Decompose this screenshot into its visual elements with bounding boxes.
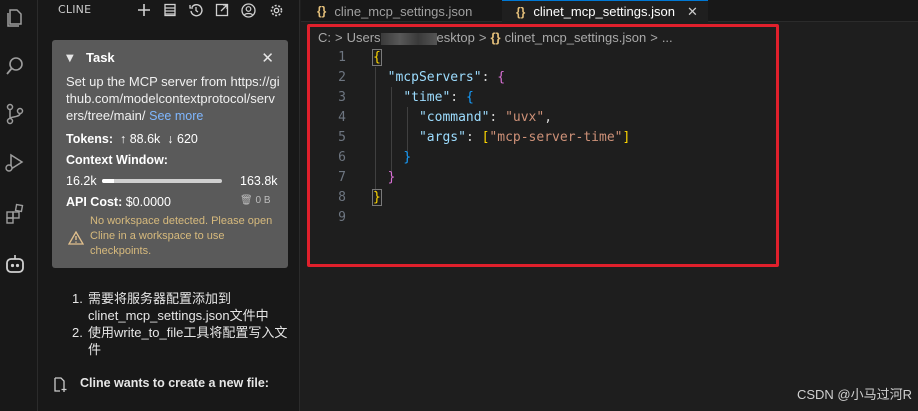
create-file-text: Cline wants to create a new file: — [80, 376, 269, 390]
json-file-icon: {} — [516, 4, 526, 19]
task-panel: ▼ Task ✕ Set up the MCP server from http… — [52, 40, 288, 268]
list-item: 2. 使用write_to_file工具将配置写入文件 — [72, 324, 292, 358]
cline-sidebar: CLINE ▼ Task ✕ Set up the MCP server fro… — [38, 0, 300, 411]
account-icon[interactable] — [238, 0, 258, 20]
warning-text: No workspace detected. Please open Cline… — [90, 215, 273, 257]
arrow-down-icon: ↓ — [163, 132, 174, 146]
tab-clinet-mcp-settings[interactable]: {} clinet_mcp_settings.json ✕ — [502, 0, 708, 22]
api-cost-value: $0.0000 — [125, 195, 171, 209]
warning-icon — [68, 231, 84, 245]
list-item: 1. 需要将服务器配置添加到clinet_mcp_settings.json文件… — [72, 290, 292, 324]
tab-cline-mcp-settings[interactable]: {} cline_mcp_settings.json — [301, 0, 497, 22]
plus-icon[interactable] — [134, 0, 154, 20]
tokens-down-value: 620 — [177, 132, 198, 146]
context-max-value: 163.8k — [240, 174, 278, 188]
gear-icon[interactable] — [266, 0, 286, 20]
context-used-value: 16.2k — [66, 174, 97, 188]
activity-bar — [0, 0, 38, 411]
context-progress-bar — [102, 179, 222, 183]
history-list-icon[interactable] — [160, 0, 180, 20]
tokens-label: Tokens: — [66, 132, 113, 146]
storage-value: 0 B — [255, 195, 271, 206]
cline-robot-icon[interactable] — [3, 252, 27, 276]
sidebar-title: CLINE — [58, 3, 92, 16]
list-item-number: 2. — [72, 325, 83, 340]
search-icon[interactable] — [3, 54, 27, 78]
popout-icon[interactable] — [212, 0, 232, 20]
source-control-icon[interactable] — [3, 102, 27, 126]
list-item-text: 使用write_to_file工具将配置写入文件 — [88, 325, 288, 357]
tab-label: clinet_mcp_settings.json — [533, 4, 675, 19]
tokens-up-value: 88.6k — [129, 132, 161, 146]
history-icon[interactable] — [186, 0, 206, 20]
extensions-icon[interactable] — [3, 202, 27, 226]
see-more-link[interactable]: See more — [149, 109, 203, 123]
task-heading: Task — [86, 50, 115, 65]
tokens-row: Tokens: ↑ 88.6k ↓ 620 — [66, 132, 198, 146]
tab-label: cline_mcp_settings.json — [334, 3, 473, 19]
storage-row: 🗑 0 B — [240, 195, 271, 206]
list-item-text: 需要将服务器配置添加到clinet_mcp_settings.json文件中 — [88, 291, 269, 323]
highlight-box — [307, 24, 779, 267]
task-description: Set up the MCP server from https://githu… — [66, 73, 282, 125]
close-icon[interactable]: ✕ — [261, 49, 274, 67]
run-debug-icon[interactable] — [3, 150, 27, 174]
editor-tabs: {} cline_mcp_settings.json {} clinet_mcp… — [301, 0, 918, 22]
api-cost-row: API Cost: $0.0000 — [66, 195, 171, 209]
context-window-label: Context Window: — [66, 153, 168, 167]
sidebar-header: CLINE — [38, 0, 300, 22]
explorer-icon[interactable] — [3, 6, 27, 30]
json-file-icon: {} — [317, 4, 327, 18]
api-cost-label: API Cost: — [66, 195, 123, 209]
watermark: CSDN @小马过河R — [796, 387, 912, 402]
steps-list: 1. 需要将服务器配置添加到clinet_mcp_settings.json文件… — [72, 290, 292, 358]
trash-icon[interactable]: 🗑 — [240, 195, 253, 206]
new-file-icon — [54, 377, 67, 392]
context-progress-fill — [102, 179, 114, 183]
close-icon[interactable]: ✕ — [687, 4, 698, 20]
list-item-number: 1. — [72, 291, 83, 306]
arrow-up-icon: ↑ — [116, 132, 127, 146]
chevron-down-icon[interactable]: ▼ — [66, 53, 74, 64]
